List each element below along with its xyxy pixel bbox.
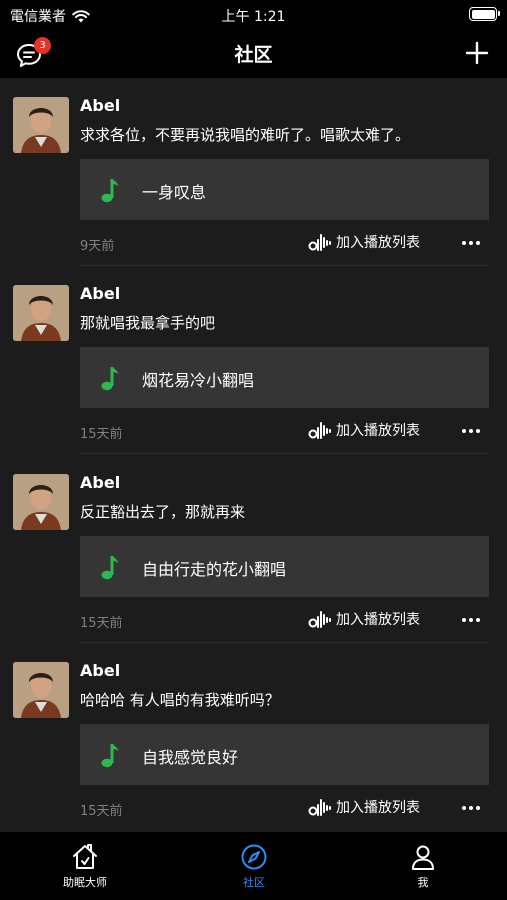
post-text: 求求各位，不要再说我唱的难听了。唱歌太难了。 [80,126,411,144]
post-card: Abel 那就唱我最拿手的吧 烟花易冷小翻唱 15天前 加入播放列表 [0,266,507,454]
post-card: Abel 求求各位，不要再说我唱的难听了。唱歌太难了。 一身叹息 9天前 加入播… [0,78,507,266]
post-time: 9天前 [80,239,115,254]
avatar[interactable] [13,97,69,153]
song-card[interactable]: 自由行走的花小翻唱 [80,536,489,597]
music-note-icon [101,367,119,391]
song-title: 自我感觉良好 [142,748,239,767]
add-to-playlist-label: 加入播放列表 [336,612,420,628]
more-icon[interactable] [461,798,481,818]
avatar[interactable] [13,474,69,530]
song-title: 一身叹息 [142,183,207,202]
waveform-icon [308,611,331,628]
more-icon[interactable] [461,610,481,630]
status-bar: 電信業者 上午 1:21 [0,0,507,30]
plus-icon[interactable] [465,41,489,65]
music-note-icon [101,744,119,768]
compass-icon [241,844,267,870]
avatar[interactable] [13,285,69,341]
home-icon [73,844,97,869]
post-time: 15天前 [80,427,123,442]
add-to-playlist-label: 加入播放列表 [336,423,420,439]
post-author[interactable]: Abel [80,96,120,115]
music-note-icon [101,179,119,203]
tab-label: 我 [417,876,429,889]
song-card[interactable]: 一身叹息 [80,159,489,220]
post-text: 那就唱我最拿手的吧 [80,314,216,332]
post-author[interactable]: Abel [80,473,120,492]
song-card[interactable]: 自我感觉良好 [80,724,489,785]
post-text: 反正豁出去了，那就再来 [80,503,246,521]
status-time: 上午 1:21 [221,9,286,25]
tab-sleep-master[interactable]: 助眠大师 [30,832,140,900]
song-title: 自由行走的花小翻唱 [142,560,287,579]
tab-bar: 助眠大师 社区 我 [0,832,507,900]
add-to-playlist-button[interactable]: 加入播放列表 [308,607,420,631]
post-time: 15天前 [80,804,123,819]
divider [80,453,489,454]
add-to-playlist-button[interactable]: 加入播放列表 [308,795,420,819]
add-to-playlist-label: 加入播放列表 [336,235,420,251]
waveform-icon [308,234,331,251]
avatar[interactable] [13,662,69,718]
post-author[interactable]: Abel [80,284,120,303]
page-title: 社区 [234,44,273,66]
add-to-playlist-button[interactable]: 加入播放列表 [308,230,420,254]
nav-bar: 3 社区 [0,30,507,78]
tab-label: 社区 [243,876,265,889]
add-to-playlist-button[interactable]: 加入播放列表 [308,418,420,442]
post-author[interactable]: Abel [80,661,120,680]
waveform-icon [308,799,331,816]
tab-label: 助眠大师 [63,876,107,889]
more-icon[interactable] [461,233,481,253]
battery-icon [469,7,500,21]
community-feed[interactable]: Abel 求求各位，不要再说我唱的难听了。唱歌太难了。 一身叹息 9天前 加入播… [0,78,507,832]
more-icon[interactable] [461,421,481,441]
post-text: 哈哈哈 有人唱的有我难听吗？ [80,691,280,709]
post-card: Abel 反正豁出去了，那就再来 自由行走的花小翻唱 15天前 加入播放列表 [0,455,507,643]
song-title: 烟花易冷小翻唱 [142,371,255,390]
tab-community[interactable]: 社区 [199,832,309,900]
tab-me[interactable]: 我 [368,832,478,900]
post-card: Abel 哈哈哈 有人唱的有我难听吗？ 自我感觉良好 15天前 加入播放列表 [0,643,507,831]
waveform-icon [308,422,331,439]
song-card[interactable]: 烟花易冷小翻唱 [80,347,489,408]
profile-icon [412,845,434,870]
add-to-playlist-label: 加入播放列表 [336,800,420,816]
music-note-icon [101,556,119,580]
post-time: 15天前 [80,616,123,631]
